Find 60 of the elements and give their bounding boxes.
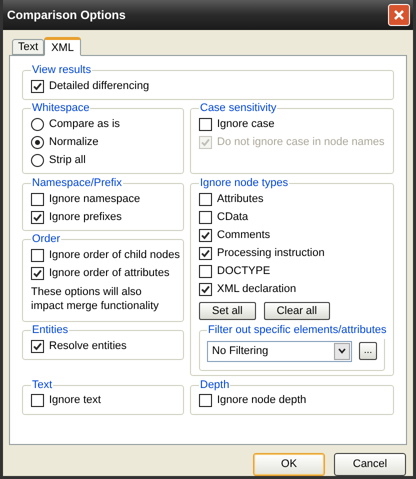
checkbox[interactable] (31, 266, 44, 280)
checkbox[interactable] (31, 248, 44, 262)
checkbox-label: CData (217, 210, 248, 225)
chevron-down-icon (338, 348, 346, 354)
checkbox[interactable] (199, 210, 212, 224)
checkbox-label: Do not ignore case in node names (217, 134, 385, 150)
dialog-button[interactable]: Cancel (334, 453, 406, 476)
checkbox[interactable] (199, 282, 212, 296)
action-button[interactable]: Set all (199, 302, 256, 320)
checkbox-label: DOCTYPE (217, 264, 270, 279)
radio-label: Normalize (49, 134, 99, 150)
window-title: Comparison Options (7, 7, 126, 24)
checkbox[interactable] (31, 340, 44, 352)
checkbox-label: Attributes (217, 192, 264, 207)
checkbox[interactable] (199, 192, 212, 206)
checkbox[interactable] (199, 228, 212, 242)
checkbox[interactable] (31, 192, 44, 206)
group-title: Case sensitivity (199, 102, 278, 115)
checkbox-label: Ignore namespace (49, 192, 140, 207)
action-button[interactable]: Clear all (264, 302, 330, 320)
tab[interactable]: Text (12, 39, 44, 55)
checkbox[interactable] (199, 264, 212, 278)
radio-button[interactable] (31, 118, 44, 130)
tab[interactable]: XML (44, 37, 81, 56)
checkbox-label: Ignore prefixes (49, 210, 122, 225)
checkbox-label: Ignore node depth (217, 393, 306, 408)
checkbox-label: Ignore text (49, 393, 101, 408)
checkbox[interactable] (199, 246, 212, 260)
group-title: Order (31, 233, 62, 246)
checkbox-label: Resolve entities (49, 338, 127, 354)
group-title: Filter out specific elements/attributes (207, 323, 388, 338)
radio-button[interactable] (31, 154, 44, 166)
checkbox[interactable] (199, 118, 212, 130)
checkbox[interactable] (31, 394, 44, 407)
group-title: Namespace/Prefix (31, 177, 123, 190)
checkbox[interactable] (31, 210, 44, 224)
group-title: Ignore node types (199, 177, 290, 190)
group-title: Entities (31, 324, 70, 337)
checkbox-label: Comments (217, 228, 270, 243)
radio-button[interactable] (31, 136, 44, 148)
dialog-button[interactable]: OK (253, 453, 325, 476)
checkbox[interactable] (31, 80, 44, 92)
checkbox-label: Ignore order of attributes (49, 266, 170, 281)
checkbox-label: Processing instruction (217, 246, 325, 261)
group-title: Whitespace (31, 102, 90, 115)
browse-button[interactable]: ... (359, 342, 377, 360)
checkbox-label: Detailed differencing (49, 78, 150, 94)
close-icon (393, 9, 405, 21)
checkbox[interactable] (199, 394, 212, 407)
note-text: These options will also impact merge functionality (31, 285, 160, 313)
group-title: Depth (199, 378, 230, 392)
group-title: Text (31, 378, 54, 392)
checkbox-label: Ignore order of child nodes (49, 248, 180, 263)
radio-label: Compare as is (49, 116, 120, 132)
close-button[interactable] (388, 4, 410, 26)
radio-label: Strip all (49, 152, 86, 168)
checkbox-label: XML declaration (217, 282, 296, 297)
checkbox-label: Ignore case (217, 116, 274, 132)
filter-dropdown[interactable]: No Filtering (207, 340, 352, 362)
group-title: View results (31, 64, 92, 77)
